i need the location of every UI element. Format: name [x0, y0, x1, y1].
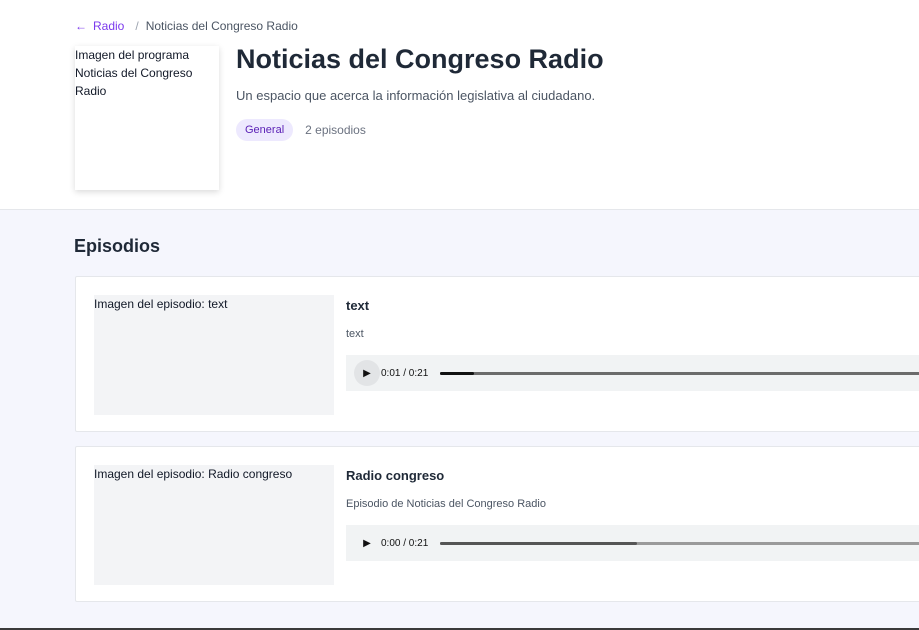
play-button[interactable]: ▶: [354, 360, 380, 386]
play-button[interactable]: ▶: [354, 530, 380, 556]
episode-description: Episodio de Noticias del Congreso Radio: [346, 498, 546, 510]
episodes-section: Episodios Imagen del episodio: text text…: [0, 210, 919, 628]
program-cover-image: Imagen del programa Noticias del Congres…: [75, 46, 219, 190]
breadcrumb: ← Radio / Noticias del Congreso Radio: [75, 19, 298, 33]
back-link-label: Radio: [93, 19, 125, 33]
episode-thumbnail-alt: Imagen del episodio: text: [94, 297, 228, 311]
episode-thumbnail-alt: Imagen del episodio: Radio congreso: [94, 467, 293, 481]
episode-title: Radio congreso: [346, 468, 445, 483]
program-header: ← Radio / Noticias del Congreso Radio Im…: [0, 0, 919, 210]
audio-player: ▶ 0:00 / 0:21: [346, 525, 919, 561]
progress-slider[interactable]: [440, 371, 919, 375]
section-title: Episodios: [74, 236, 161, 256]
episode-title: text: [346, 298, 370, 313]
program-meta: General 2 episodios: [236, 119, 366, 141]
playback-time: 0:00 / 0:21: [381, 537, 429, 549]
play-icon: ▶: [363, 537, 371, 549]
audio-player: ▶ 0:01 / 0:21: [346, 355, 919, 391]
progress-fill: [440, 371, 474, 375]
episode-thumbnail: Imagen del episodio: text: [94, 295, 334, 415]
episode-card: Imagen del episodio: text text text ▶ 0:…: [75, 276, 919, 432]
progress-slider[interactable]: [440, 541, 919, 545]
episode-description: text: [346, 328, 364, 340]
breadcrumb-current: Noticias del Congreso Radio: [145, 19, 298, 33]
back-link-radio[interactable]: ← Radio: [75, 19, 124, 33]
program-cover-alt: Imagen del programa Noticias del Congres…: [75, 48, 193, 98]
arrow-left-icon: ←: [75, 19, 87, 33]
buffered-fill: [440, 541, 638, 545]
breadcrumb-separator: /: [135, 19, 139, 33]
playback-time: 0:01 / 0:21: [381, 367, 429, 379]
episode-count: 2 episodios: [305, 123, 366, 137]
category-badge: General: [236, 119, 294, 141]
page-title: Noticias del Congreso Radio: [236, 44, 604, 74]
episode-card: Imagen del episodio: Radio congreso Radi…: [75, 446, 919, 602]
program-description: Un espacio que acerca la información leg…: [236, 88, 596, 103]
play-icon: ▶: [363, 367, 371, 379]
episode-thumbnail: Imagen del episodio: Radio congreso: [94, 465, 334, 585]
